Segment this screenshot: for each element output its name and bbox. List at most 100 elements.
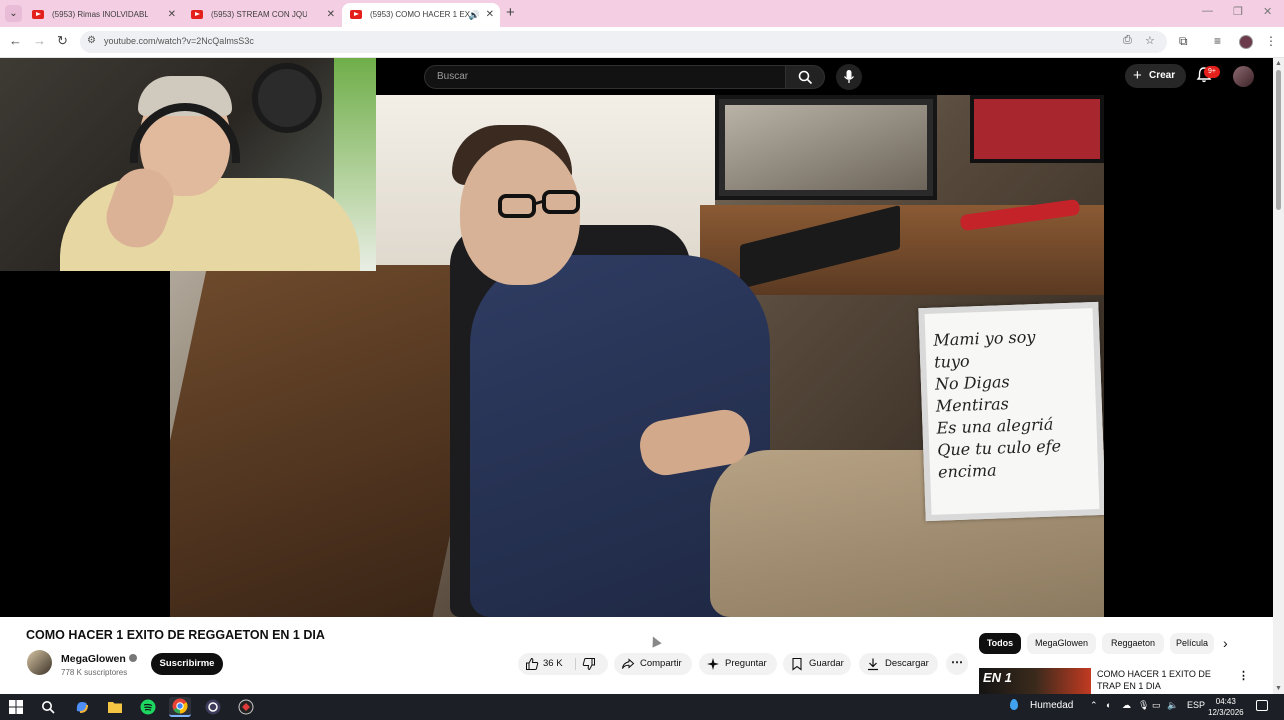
chip-todos[interactable]: Todos — [979, 633, 1021, 654]
language-indicator[interactable]: ESP — [1187, 700, 1205, 710]
windows-logo-icon — [9, 700, 23, 714]
minimize-icon[interactable]: — — [1202, 5, 1213, 17]
taskbar-spotify[interactable] — [137, 697, 159, 717]
subscribe-button[interactable]: Suscribirme — [151, 653, 223, 675]
microphone-icon — [843, 70, 855, 83]
like-divider — [575, 658, 576, 670]
whiteboard-line: Mami yo soy — [933, 327, 1036, 350]
show-hidden-icons-icon[interactable]: ⌃ — [1090, 700, 1098, 711]
bookmark-icon — [792, 657, 802, 671]
extensions-icon[interactable]: ⧉ — [1179, 34, 1188, 49]
download-button[interactable]: Descargar — [859, 653, 938, 675]
taskbar-chrome[interactable] — [169, 697, 191, 717]
thumbs-down-icon[interactable] — [582, 657, 596, 671]
bookmark-star-icon[interactable]: ☆ — [1145, 34, 1155, 47]
install-app-icon[interactable]: ⎙ — [1123, 34, 1132, 47]
cloud-icon[interactable]: ☁ — [1122, 700, 1131, 711]
weather-widget[interactable]: Humedad — [1010, 699, 1073, 711]
weather-label: Humedad — [1030, 700, 1074, 711]
tab-search-menu-button[interactable]: ⌄ — [5, 5, 22, 22]
youtube-favicon-icon — [191, 10, 203, 19]
thumbnail-text: EN 1 — [983, 670, 1012, 685]
humidity-drop-icon — [1010, 699, 1018, 710]
download-icon — [868, 658, 878, 671]
verified-badge-icon — [128, 654, 137, 662]
recommended-video-thumbnail[interactable]: EN 1 — [979, 668, 1091, 694]
new-tab-button[interactable]: + — [506, 4, 515, 21]
create-button[interactable]: + Crear — [1125, 64, 1186, 88]
tab-title: (5953) Rimas INOLVIDABLES ¡q — [52, 10, 148, 19]
youtube-search-button[interactable] — [785, 65, 825, 89]
browser-tab-active[interactable]: (5953) COMO HACER 1 EXIT 🔊 ✕ — [342, 3, 500, 27]
system-clock[interactable]: 04:43 12/3/2026 — [1208, 696, 1244, 718]
clock-date: 12/3/2026 — [1208, 708, 1244, 717]
copilot-icon — [76, 702, 88, 713]
chip-reggaeton[interactable]: Reggaeton — [1102, 633, 1164, 654]
create-label: Crear — [1149, 70, 1176, 81]
plus-icon: + — [1133, 67, 1142, 84]
channel-name[interactable]: MegaGlowen — [61, 653, 137, 665]
page-scrollbar[interactable]: ▲ ▼ — [1273, 58, 1284, 694]
chip-pelicula[interactable]: Película — [1170, 633, 1214, 654]
scrollbar-thumb[interactable] — [1276, 70, 1281, 210]
watch-metadata: COMO HACER 1 EXITO DE REGGAETON EN 1 DIA… — [0, 617, 1273, 694]
back-icon[interactable]: ← — [9, 33, 22, 48]
ask-button[interactable]: Preguntar — [699, 653, 777, 675]
taskbar-copilot[interactable] — [71, 697, 93, 717]
thumbs-up-icon[interactable] — [525, 657, 539, 671]
save-button[interactable]: Guardar — [783, 653, 851, 675]
browser-tab-2[interactable]: (5953) STREAM CON JQUILES Y ✕ — [183, 3, 341, 27]
voice-search-button[interactable] — [836, 64, 862, 90]
ask-label: Preguntar — [725, 658, 767, 669]
start-button[interactable] — [5, 697, 27, 717]
channel-name-text[interactable]: MegaGlowen — [61, 653, 126, 665]
tray-app-icon[interactable]: ◐ — [1106, 700, 1111, 710]
microphone-icon[interactable]: 🎙 — [1138, 700, 1149, 711]
restore-icon[interactable]: ❐ — [1233, 5, 1243, 18]
reload-icon[interactable]: ↻ — [57, 33, 68, 49]
notification-count-badge: 9+ — [1204, 66, 1220, 78]
taskbar-search-button[interactable] — [37, 697, 59, 717]
youtube-search-input[interactable]: Buscar — [424, 65, 786, 89]
url-text[interactable]: youtube.com/watch?v=2NcQalmsS3c — [104, 36, 254, 46]
profile-avatar[interactable] — [1239, 35, 1253, 49]
chip-megaglowen[interactable]: MegaGlowen — [1027, 633, 1096, 654]
taskbar-file-explorer[interactable] — [104, 697, 126, 717]
clock-time: 04:43 — [1215, 697, 1236, 706]
youtube-favicon-icon — [350, 10, 362, 19]
browser-tab-1[interactable]: (5953) Rimas INOLVIDABLES ¡q ✕ — [24, 3, 182, 27]
recommended-more-icon[interactable]: ⋮ — [1238, 669, 1249, 682]
media-controls-icon[interactable]: ≡ — [1214, 34, 1221, 48]
more-actions-button[interactable]: ⋯ — [946, 653, 968, 675]
forward-icon[interactable]: → — [33, 33, 46, 48]
scroll-up-icon[interactable]: ▲ — [1275, 60, 1282, 67]
video-whiteboard: Mami yo soy tuyo No Digas Mentiras Es un… — [918, 301, 1104, 522]
browser-tab-strip: ⌄ (5953) Rimas INOLVIDABLES ¡q ✕ (5953) … — [0, 0, 1284, 27]
close-tab-icon[interactable]: ✕ — [168, 3, 176, 27]
close-tab-icon[interactable]: ✕ — [486, 3, 494, 27]
share-label: Compartir — [640, 658, 682, 669]
webcam-fan — [252, 63, 322, 133]
site-info-icon[interactable]: ⚙ — [87, 35, 96, 46]
close-window-icon[interactable]: ✕ — [1263, 5, 1272, 18]
like-count[interactable]: 36 K — [543, 653, 563, 675]
browser-menu-icon[interactable]: ⋮ — [1265, 34, 1277, 48]
account-avatar[interactable] — [1233, 66, 1254, 87]
video-glasses — [498, 190, 580, 218]
address-bar[interactable]: ⚙ youtube.com/watch?v=2NcQalmsS3c ⎙ ☆ — [80, 31, 1167, 53]
recommended-video-title[interactable]: COMO HACER 1 EXITO DE TRAP EN 1 DIA — [1097, 668, 1237, 692]
network-icon[interactable]: ▭ — [1152, 700, 1161, 711]
volume-icon[interactable]: 🔈 — [1167, 700, 1178, 711]
search-icon — [798, 70, 813, 85]
tab-title: (5953) STREAM CON JQUILES Y — [211, 10, 307, 19]
scroll-down-icon[interactable]: ▼ — [1275, 685, 1282, 692]
channel-avatar[interactable] — [27, 650, 52, 675]
share-button[interactable]: Compartir — [614, 653, 692, 675]
video-second-monitor — [970, 95, 1104, 163]
close-tab-icon[interactable]: ✕ — [327, 3, 335, 27]
taskbar-app[interactable] — [235, 697, 257, 717]
chips-next-icon[interactable]: › — [1223, 635, 1228, 651]
notification-center-icon[interactable] — [1256, 700, 1268, 711]
taskbar-obs[interactable] — [202, 697, 224, 717]
speaker-icon[interactable]: 🔊 — [469, 3, 480, 27]
